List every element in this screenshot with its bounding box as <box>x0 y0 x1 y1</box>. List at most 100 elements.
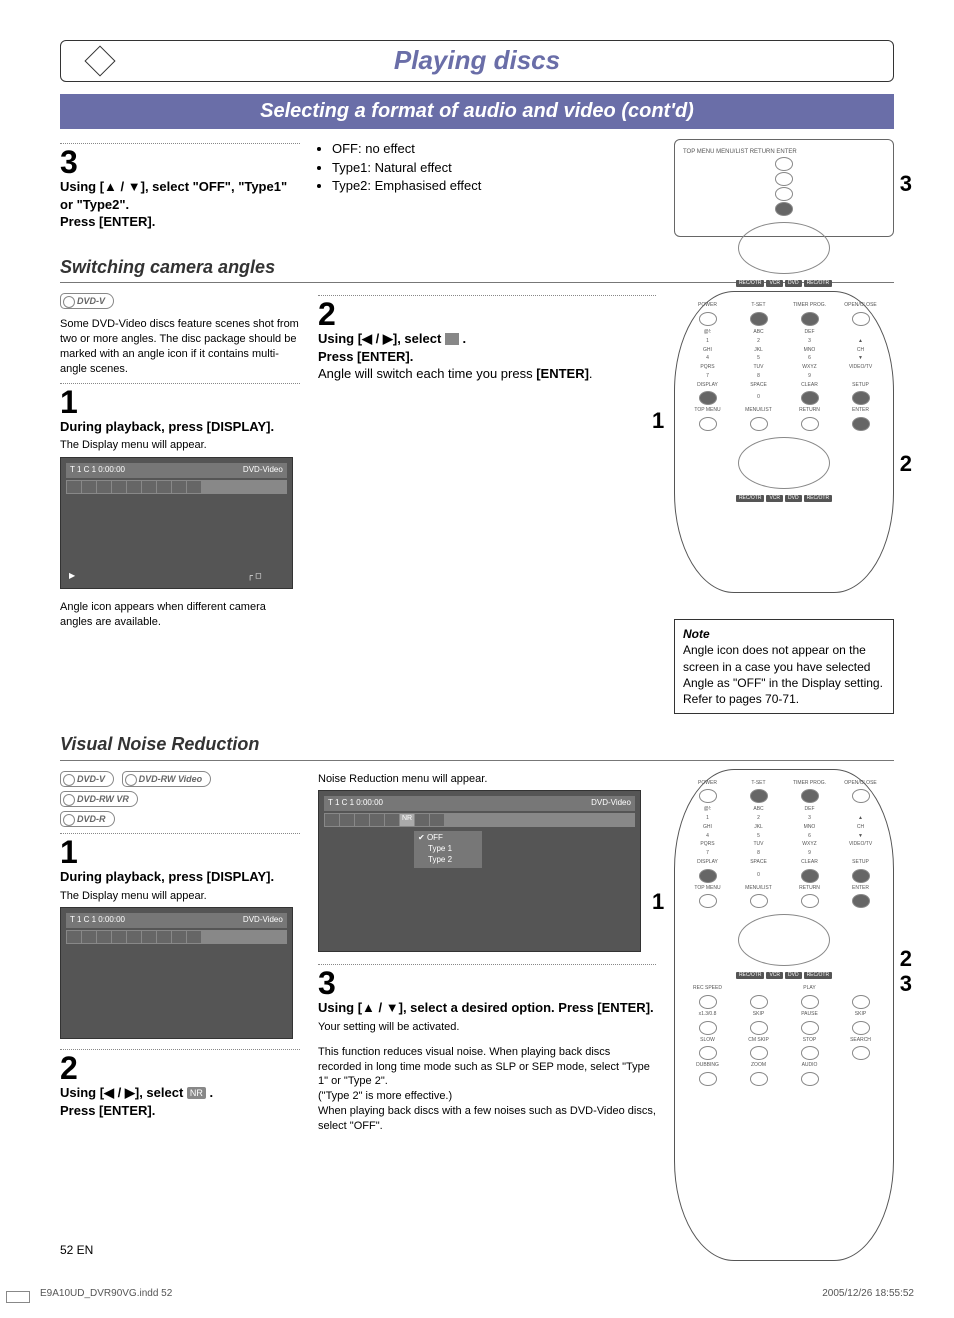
rule <box>60 143 300 144</box>
nr-t1: Type 1 <box>418 844 478 855</box>
b <box>852 869 870 883</box>
b <box>750 995 768 1009</box>
l: VIDEO/TV <box>836 364 885 371</box>
l: WXYZ <box>785 841 834 848</box>
effect-type1: Type1: Natural effect <box>332 159 656 177</box>
l: 7 <box>683 373 732 380</box>
row-step3: 3 Using [▲ / ▼], select "OFF", "Type1" o… <box>60 139 894 237</box>
dpad-icon <box>738 914 830 966</box>
lbl: DVD <box>785 280 802 287</box>
osd-type: DVD-Video <box>243 915 283 926</box>
remote-diagram-mid: POWER T-SET TIMER PROG. OPEN/CLOSE @!:AB… <box>674 291 894 593</box>
l: 5 <box>734 833 783 840</box>
lbl: REC/OTR <box>804 280 833 287</box>
l: 8 <box>734 373 783 380</box>
l: JKL <box>734 347 783 354</box>
note-label: Note <box>683 627 710 641</box>
b <box>699 391 717 405</box>
b <box>699 1046 717 1060</box>
manual-page: Playing discs Selecting a format of audi… <box>0 0 954 1318</box>
l: ▲ <box>836 815 885 822</box>
l: TOP MENU <box>683 885 732 892</box>
tab-notch-icon <box>84 45 115 76</box>
l: 2 <box>734 815 783 822</box>
r: POWERT-SETTIMER PROG.OPEN/CLOSE <box>683 780 885 804</box>
l: DVD <box>785 495 802 502</box>
b <box>699 312 717 326</box>
l: MNO <box>785 824 834 831</box>
vnr-s1b: The Display menu will appear. <box>60 890 207 902</box>
l: 4 <box>683 355 732 362</box>
l: 1 <box>683 338 732 345</box>
txt: Press [ENTER]. <box>318 349 413 364</box>
row-switching: DVD-V Some DVD-Video discs feature scene… <box>60 291 894 714</box>
note-body: Angle icon does not appear on the screen… <box>683 643 883 706</box>
l: 1 <box>683 815 732 822</box>
l: @!: <box>683 329 732 336</box>
b <box>750 894 768 908</box>
b <box>852 391 870 405</box>
step-number: 3 <box>60 146 300 178</box>
b <box>801 1072 819 1086</box>
vcr-dvd-row: REC/OTRVCRDVDREC/OTR <box>683 495 885 502</box>
page-number: 52 EN <box>60 1242 93 1258</box>
b <box>801 417 819 431</box>
b <box>852 789 870 803</box>
step3-line1: Using [▲ / ▼], select "OFF", "Type1" or … <box>60 179 287 212</box>
l: 3 <box>785 338 834 345</box>
l: PAUSE <box>785 1011 834 1018</box>
b <box>750 1021 768 1035</box>
l: MENU/LIST <box>734 407 783 414</box>
l: 9 <box>785 373 834 380</box>
l: 4 <box>683 833 732 840</box>
angle-icon <box>445 333 459 345</box>
indd-file: E9A10UD_DVR90VG.indd 52 <box>40 1287 172 1301</box>
l: @!: <box>683 806 732 813</box>
l: SPACE <box>734 382 783 389</box>
l: ▼ <box>836 355 885 362</box>
l: 5 <box>734 355 783 362</box>
nr-menu: ✔ OFF Type 1 Type 2 <box>414 831 482 867</box>
b <box>852 417 870 431</box>
l: REC/OTR <box>736 495 765 502</box>
step-number: 1 <box>60 836 300 868</box>
osd-icon-row: NR <box>324 813 635 827</box>
l: SKIP <box>836 1011 885 1018</box>
remote-diagram-top: TOP MENU MENU/LIST RETURN ENTER REC/OTR … <box>674 139 894 237</box>
lbl: REC/OTR <box>736 280 765 287</box>
b <box>801 1021 819 1035</box>
l: VIDEO/TV <box>836 841 885 848</box>
l: DUBBING <box>683 1062 732 1069</box>
txt: Using [◀ / ▶], select <box>318 331 445 346</box>
l: SLOW <box>683 1037 732 1044</box>
l: TOP MENU <box>683 407 732 414</box>
lbl: OPEN/CLOSE <box>836 302 885 309</box>
l: REC/OTR <box>804 972 833 979</box>
b <box>699 995 717 1009</box>
l: SETUP <box>836 382 885 389</box>
t: Using [◀ / ▶], select <box>60 1085 187 1100</box>
vnr-para: This function reduces visual noise. When… <box>318 1045 656 1134</box>
l: ABC <box>734 806 783 813</box>
rule <box>318 295 656 296</box>
l: 0 <box>734 872 783 879</box>
l: 3 <box>785 815 834 822</box>
l: GHI <box>683 347 732 354</box>
vnr-s1a: During playback, press [DISPLAY]. <box>60 869 274 884</box>
b <box>750 312 768 326</box>
txt: . <box>589 366 593 381</box>
l: CH <box>836 824 885 831</box>
l: DISPLAY <box>683 382 732 389</box>
lbl: TIMER PROG. <box>785 302 834 309</box>
lbl: T-SET <box>734 302 783 309</box>
l: 8 <box>734 850 783 857</box>
l: OPEN/CLOSE <box>836 780 885 787</box>
lbl: MENU/LIST <box>716 149 748 155</box>
rule <box>60 383 300 384</box>
l: SKIP <box>734 1011 783 1018</box>
effect-off: OFF: no effect <box>332 140 656 158</box>
l: SPACE <box>734 859 783 866</box>
b <box>801 869 819 883</box>
remote-button <box>775 157 793 171</box>
b <box>699 894 717 908</box>
